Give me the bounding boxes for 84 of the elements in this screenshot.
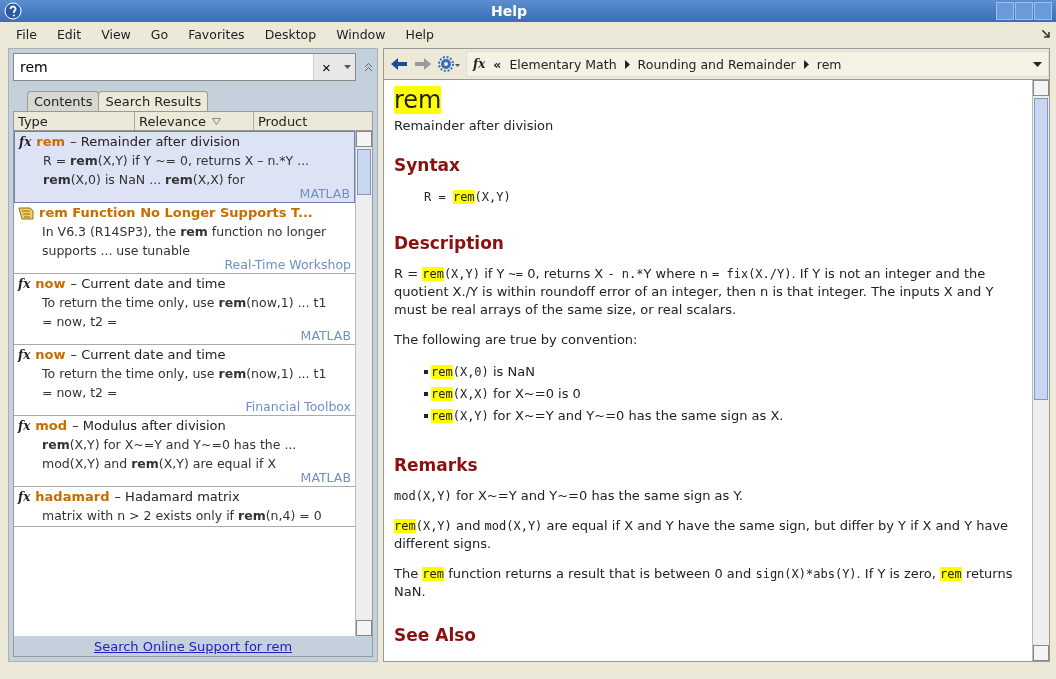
bullet-icon bbox=[424, 392, 428, 396]
window-title: Help bbox=[489, 3, 528, 19]
caret-icon bbox=[343, 65, 351, 69]
paragraph: The rem function returns a result that is between 0 and sign(X)*abs(Y). If Y is zero, rem returns NaN. bbox=[394, 565, 1014, 601]
result-snippet: To return the time only, use rem(now,1) ... t1 = now, t2 = bbox=[41, 365, 328, 401]
document-icon bbox=[18, 205, 34, 220]
breadcrumb-item[interactable]: rem bbox=[816, 56, 842, 72]
bullet-icon bbox=[424, 414, 428, 418]
breadcrumb-back[interactable]: « bbox=[493, 56, 502, 72]
column-label: Relevance bbox=[139, 113, 207, 129]
menu-item[interactable]: Window bbox=[326, 26, 396, 42]
column-header[interactable]: Type bbox=[14, 112, 135, 130]
result-summary: – Hadamard matrix bbox=[114, 489, 240, 504]
result-title: rem Function No Longer Supports T... bbox=[39, 205, 313, 220]
section-heading: Description bbox=[394, 233, 505, 253]
search-result[interactable]: fx rem – Remainder after division R = rem(X,Y) if Y ~= 0, returns X – n.*Y ... rem(X,0) is NaN ... rem(X,X) for MATLAB bbox=[14, 131, 355, 203]
result-title: rem bbox=[36, 134, 66, 149]
product-label: MATLAB bbox=[299, 186, 350, 201]
separator-icon bbox=[624, 59, 630, 69]
function-symbol: fx bbox=[18, 418, 31, 433]
paragraph: The following are true by convention: bbox=[394, 331, 639, 349]
menu-item[interactable]: Edit bbox=[46, 26, 92, 42]
result-snippet: rem(X,Y) for X~=Y and Y~=0 has the ... mod(X,Y) and rem(X,Y) are equal if X bbox=[41, 436, 298, 473]
result-title: mod bbox=[35, 418, 68, 433]
product-label: MATLAB bbox=[300, 328, 351, 343]
paragraph: mod(X,Y) for X~=Y and Y~=0 has the same sign as Y. bbox=[394, 487, 744, 505]
section-heading: See Also bbox=[394, 625, 477, 645]
column-header[interactable]: Relevance bbox=[135, 112, 254, 130]
menu-item[interactable]: Desktop bbox=[254, 26, 327, 42]
search-field[interactable]: rem × bbox=[13, 53, 356, 81]
bullet-icon bbox=[424, 370, 428, 374]
column-header[interactable]: Product bbox=[254, 112, 372, 130]
product-label: MATLAB bbox=[300, 470, 351, 485]
breadcrumb-item[interactable]: Elementary Math bbox=[509, 56, 617, 72]
product-label: Real-Time Workshop bbox=[224, 257, 351, 272]
result-title: now bbox=[35, 276, 66, 291]
tab[interactable]: Contents bbox=[27, 91, 100, 111]
result-summary: – Current date and time bbox=[70, 276, 226, 291]
column-label: Product bbox=[258, 113, 308, 129]
result-snippet: In V6.3 (R14SP3), the rem function no longer supports ... use tunable bbox=[41, 223, 328, 259]
tab[interactable]: Search Results bbox=[98, 91, 209, 111]
function-symbol: fx bbox=[18, 276, 31, 291]
breadcrumb-item[interactable]: Rounding and Remainder bbox=[637, 56, 796, 72]
function-symbol: fx bbox=[18, 347, 31, 362]
undock-icon[interactable] bbox=[1042, 30, 1050, 38]
result-summary: – Current date and time bbox=[70, 347, 226, 362]
result-summary: – Remainder after division bbox=[70, 134, 241, 149]
dropdown-icon[interactable] bbox=[1033, 61, 1042, 67]
menu-item[interactable]: Go bbox=[140, 26, 179, 42]
result-snippet: R = rem(X,Y) if Y ~= 0, returns X – n.*Y ... rem(X,0) is NaN ... rem(X,X) for bbox=[42, 152, 311, 189]
function-symbol: fx bbox=[18, 489, 31, 504]
section-heading: Syntax bbox=[394, 155, 461, 175]
collapse-icon[interactable] bbox=[364, 62, 373, 72]
result-title: hadamard bbox=[35, 489, 110, 504]
result-title: now bbox=[35, 347, 66, 362]
gear-icon[interactable] bbox=[438, 56, 460, 72]
scroll-down-button[interactable] bbox=[356, 620, 372, 636]
function-symbol: fx bbox=[473, 57, 486, 71]
menu-item[interactable]: View bbox=[91, 26, 141, 42]
scroll-up-button[interactable] bbox=[1033, 80, 1049, 96]
menu-item[interactable]: Favorites bbox=[178, 26, 255, 42]
product-label: Financial Toolbox bbox=[245, 399, 351, 414]
menu-item[interactable]: Help bbox=[395, 26, 444, 42]
scroll-up-button[interactable] bbox=[356, 131, 372, 147]
result-summary: – Modulus after division bbox=[72, 418, 226, 433]
code-line: R = rem(X,Y) bbox=[424, 189, 512, 206]
page-subtitle: Remainder after division bbox=[394, 118, 555, 133]
separator-icon bbox=[803, 59, 809, 69]
function-symbol: fx bbox=[19, 134, 32, 149]
back-icon[interactable] bbox=[390, 57, 408, 71]
help-icon bbox=[4, 2, 22, 20]
sort-icon bbox=[212, 117, 222, 125]
column-label: Type bbox=[18, 113, 48, 129]
result-snippet: To return the time only, use rem(now,1) ... t1 = now, t2 = bbox=[41, 294, 328, 331]
page-title: rem bbox=[394, 86, 442, 114]
scroll-down-button[interactable] bbox=[1033, 645, 1049, 661]
section-heading: Remarks bbox=[394, 455, 479, 475]
scrollbar-thumb[interactable] bbox=[357, 149, 371, 195]
forward-icon[interactable] bbox=[414, 57, 432, 71]
clear-button[interactable]: × bbox=[313, 54, 339, 80]
dropdown-button[interactable] bbox=[339, 54, 355, 80]
scrollbar-thumb[interactable] bbox=[1034, 98, 1048, 400]
result-snippet: matrix with n > 2 exists only if rem(n,4) = 0 bbox=[41, 507, 323, 525]
menu-item[interactable]: File bbox=[6, 26, 47, 42]
